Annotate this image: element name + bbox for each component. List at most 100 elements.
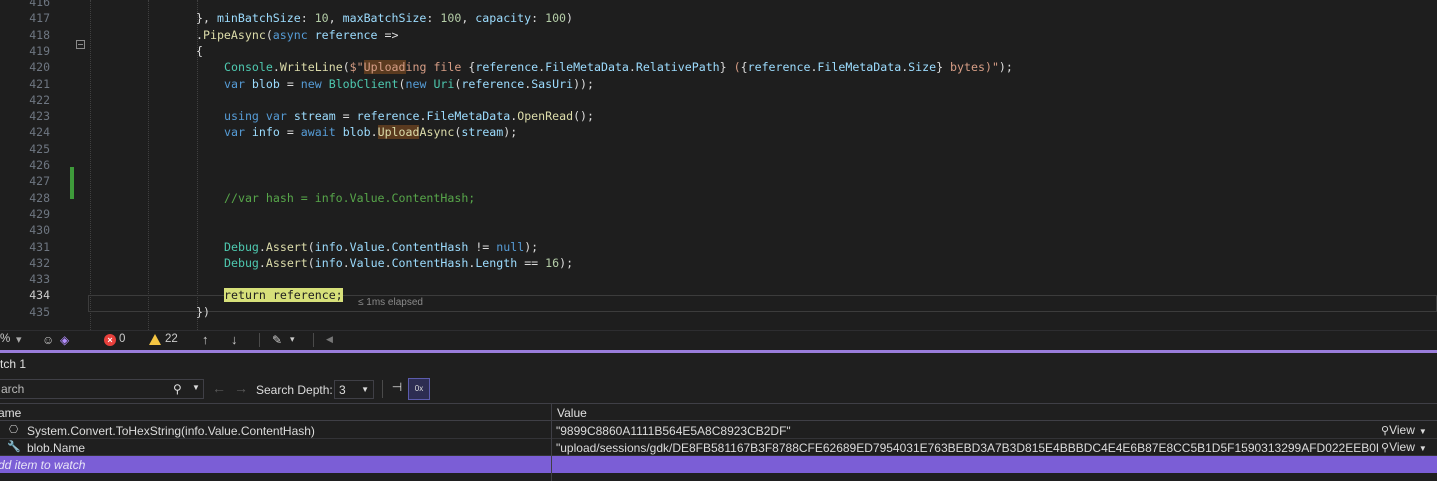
code-token: , [328,11,343,26]
code-token: var [265,109,294,124]
code-text[interactable]: using var stream = reference.FileMetaDat… [224,108,594,124]
error-count[interactable]: 0 [119,333,125,345]
column-header-value[interactable]: Value [557,406,587,420]
code-line[interactable]: 431 Debug.Assert(info.Value.ContentHash !… [0,239,1437,255]
view-button[interactable]: ⚲View ▼ [1381,440,1427,454]
watch-name[interactable]: blob.Name [27,441,85,455]
code-cleanup-icon[interactable]: ✎ [272,333,282,347]
warning-count[interactable]: 22 [165,333,178,345]
code-line[interactable]: 428 //var hash = info.Value.ContentHash; [0,190,1437,206]
code-line[interactable]: 424 var info = await blob.UploadAsync(str… [0,124,1437,140]
code-token: . [342,239,350,254]
copilot-icon[interactable]: ☺ [42,333,54,347]
warning-icon[interactable] [149,334,161,345]
code-line[interactable]: 435}) [0,304,1437,320]
code-line[interactable]: 434 return reference; [0,287,1437,303]
code-line[interactable]: 432 Debug.Assert(info.Value.ContentHash.L… [0,255,1437,271]
code-token: bytes)" [943,60,999,75]
line-number: 426 [29,158,50,172]
code-token: SasUri [531,76,574,91]
next-issue-arrow-icon[interactable]: ↓ [231,333,238,347]
code-line[interactable]: 422 [0,92,1437,108]
git-icon[interactable]: ◈ [60,333,69,347]
code-token: ContentHash [391,255,469,270]
line-number: 434 [29,288,50,303]
code-text[interactable]: }) [196,304,210,320]
zoom-level[interactable]: % [0,333,10,345]
pin-icon[interactable]: ⊣ [389,380,405,398]
code-token: WriteLine [279,60,343,75]
code-token: = [279,125,301,140]
watch-value[interactable]: "upload/sessions/gdk/DE8FB581167B3F8788C… [556,441,1378,455]
watch-title[interactable]: tch 1 [0,357,26,371]
code-token: BlobClient [328,76,399,91]
code-text[interactable]: var info = await blob.UploadAsync(stream… [224,124,517,140]
code-token: (); [573,109,595,124]
code-token: ( [265,27,273,42]
watch-row[interactable]: 🔧 blob.Name "upload/sessions/gdk/DE8FB58… [0,439,1437,456]
view-button[interactable]: ⚲View ▼ [1381,423,1427,437]
search-icon[interactable]: ⚲ [173,382,182,396]
forward-arrow-icon[interactable]: → [234,380,248,396]
grid-header: ame Value [0,403,1437,421]
line-number: 435 [29,304,50,319]
code-text[interactable]: { [196,43,203,59]
chevron-down-icon[interactable]: ▼ [192,383,200,392]
code-token: null [496,239,525,254]
code-text[interactable]: }, minBatchSize: 10, maxBatchSize: 100, … [196,10,573,26]
code-line[interactable]: 419 { [0,43,1437,59]
back-arrow-icon[interactable]: ← [212,380,226,396]
watch-row[interactable]: ⎔ System.Convert.ToHexString(info.Value.… [0,422,1437,439]
add-watch-row[interactable]: dd item to watch [0,456,1437,473]
code-token: = [335,109,357,124]
add-item-placeholder[interactable]: dd item to watch [0,458,85,472]
column-header-name[interactable]: ame [0,406,21,420]
code-token: . [258,255,266,270]
code-editor[interactable]: 416 417}, minBatchSize: 10, maxBatchSize:… [0,0,1437,330]
code-line[interactable]: 429 [0,206,1437,222]
code-token: //var hash = info.Value.ContentHash; [224,190,476,205]
code-token: . [370,125,378,140]
column-divider[interactable] [551,403,552,481]
code-line[interactable]: 427 [0,173,1437,189]
code-text[interactable]: var blob = new BlobClient(new Uri(refere… [224,76,594,92]
code-token: stream [293,109,336,124]
chevron-down-icon[interactable]: ▾ [290,334,295,345]
code-token: . [628,60,636,75]
code-line[interactable]: 423 using var stream = reference.FileMeta… [0,108,1437,124]
view-label: View [1389,440,1415,454]
method-icon: ⎔ [8,424,19,436]
search-depth-select[interactable]: 3 ▼ [334,380,374,399]
code-text[interactable]: Console.WriteLine($"Uploading file {refe… [224,59,1013,75]
error-icon[interactable]: × [104,334,116,346]
code-text[interactable]: .PipeAsync(async reference => [196,27,398,43]
code-line[interactable]: 430 [0,222,1437,238]
prev-issue-arrow-icon[interactable]: ↑ [202,333,209,347]
search-input[interactable] [0,380,167,398]
code-line[interactable]: 425 [0,141,1437,157]
code-token: Debug [224,239,259,254]
code-line[interactable]: 418 .PipeAsync(async reference => [0,27,1437,43]
code-line[interactable]: 433 [0,271,1437,287]
code-line[interactable]: 421 var blob = new BlobClient(new Uri(ref… [0,76,1437,92]
watch-name[interactable]: System.Convert.ToHexString(info.Value.Co… [27,424,315,438]
code-line[interactable]: 417}, minBatchSize: 10, maxBatchSize: 10… [0,10,1437,26]
code-text[interactable]: //var hash = info.Value.ContentHash; [224,190,475,206]
code-text[interactable]: return reference; [224,287,343,303]
code-token: Value [349,239,385,254]
watch-value[interactable]: "9899C8860A1111B564E5A8C8923CB2DF" [556,424,1378,438]
divider [382,380,383,398]
code-text[interactable]: Debug.Assert(info.Value.ContentHash.Leng… [224,255,573,271]
line-number: 430 [29,223,50,238]
code-line[interactable]: 426 [0,157,1437,173]
code-token: Upload [377,125,420,140]
scroll-left-icon[interactable]: ◀ [326,334,333,345]
code-line[interactable]: 420 Console.WriteLine($"Uploading file {r… [0,59,1437,75]
zoom-dropdown-icon[interactable]: ▾ [16,333,22,346]
code-token: ing file [405,60,469,75]
hex-display-button[interactable]: 0x [408,378,430,400]
code-text[interactable]: Debug.Assert(info.Value.ContentHash != n… [224,239,538,255]
search-box[interactable]: ⚲ ▼ [0,379,204,399]
code-line[interactable]: 416 [0,0,1437,10]
code-token: Size [908,60,937,75]
